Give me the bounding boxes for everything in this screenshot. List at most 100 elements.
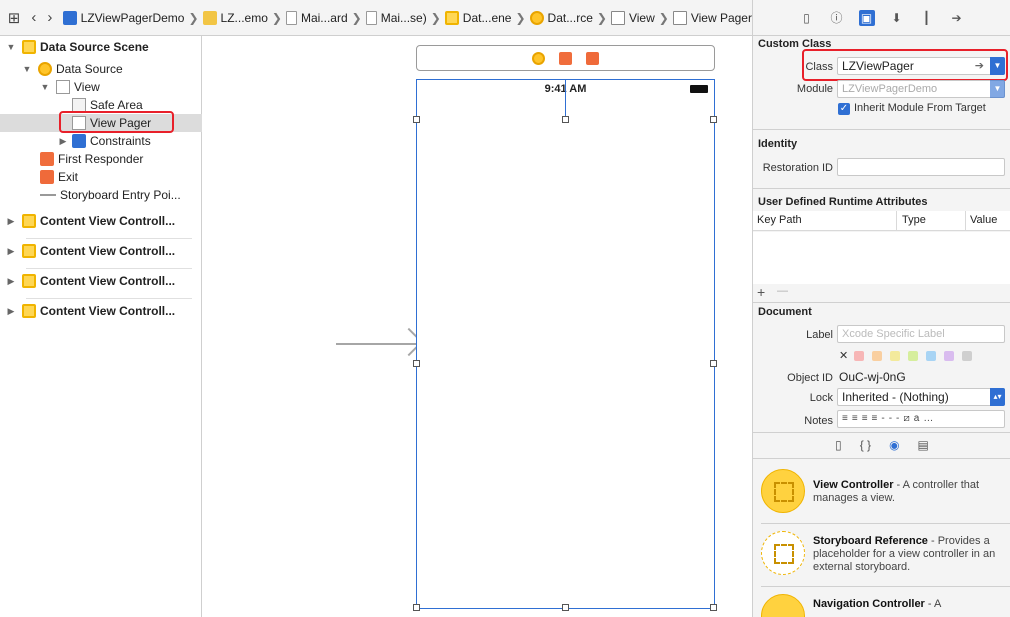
- jump-bar: ⊞ ‹ › LZViewPagerDemo ❯ LZ...emo ❯ Mai...a…: [0, 0, 752, 36]
- outline-first-responder[interactable]: First Responder: [0, 150, 202, 168]
- outline-entry-point[interactable]: Storyboard Entry Poi...: [0, 186, 202, 204]
- disclosure-closed-icon[interactable]: ▶: [6, 246, 16, 257]
- label-color-gray[interactable]: [962, 351, 972, 361]
- disclosure-open-icon[interactable]: ▼: [22, 64, 32, 74]
- breadcrumb-view[interactable]: View ❯: [610, 8, 673, 28]
- outline-data-source[interactable]: ▼ Data Source: [0, 60, 202, 78]
- disclosure-closed-icon[interactable]: ▶: [58, 136, 68, 147]
- back-chevron-icon[interactable]: ‹: [26, 8, 42, 28]
- strikethrough-icon[interactable]: ⧄: [903, 413, 913, 424]
- align-right-icon[interactable]: ≡: [862, 413, 872, 424]
- breadcrumb-storyboard-base[interactable]: Mai...se) ❯: [365, 8, 445, 28]
- quick-help-icon[interactable]: ⓘ: [829, 10, 845, 26]
- label-color-green[interactable]: [908, 351, 918, 361]
- more-options-icon[interactable]: …: [923, 413, 937, 424]
- disclosure-closed-icon[interactable]: ▶: [6, 306, 16, 317]
- label-color-purple[interactable]: [944, 351, 954, 361]
- view-controller-icon[interactable]: [532, 51, 545, 65]
- label-color-blue[interactable]: [926, 351, 936, 361]
- constraints-icon: [72, 134, 86, 148]
- resize-handle[interactable]: [562, 116, 569, 123]
- divider: [26, 268, 192, 269]
- align-center-icon[interactable]: ≡: [852, 413, 862, 424]
- section-divider: [753, 129, 1010, 130]
- breadcrumb-folder[interactable]: LZ...emo ❯: [202, 8, 286, 28]
- align-justify-icon[interactable]: ≡: [872, 413, 882, 424]
- module-field[interactable]: LZViewPagerDemo ▼: [837, 80, 1005, 98]
- add-attribute-button[interactable]: +: [757, 284, 765, 300]
- line-spacing-icon[interactable]: ---: [881, 413, 903, 424]
- resize-handle[interactable]: [710, 360, 717, 367]
- top-constraint-line[interactable]: [565, 80, 566, 119]
- module-dropdown-icon[interactable]: ▼: [990, 80, 1005, 98]
- breadcrumb-separator: ❯: [271, 10, 282, 25]
- exit-icon[interactable]: [586, 51, 599, 65]
- library-item-storyboard-reference[interactable]: Storyboard Reference - Provides a placeh…: [753, 531, 1010, 585]
- outline-content-scene-label: Content View Controll...: [40, 274, 176, 288]
- disclosure-open-icon[interactable]: ▼: [6, 42, 16, 52]
- breadcrumb-view-controller[interactable]: Dat...rce ❯: [529, 8, 611, 28]
- breadcrumb-view-pager[interactable]: View Pager: [672, 8, 752, 28]
- connections-inspector-icon[interactable]: ➔: [949, 10, 965, 26]
- view-pager-canvas-view[interactable]: 9:41 AM: [416, 79, 715, 609]
- object-id-label: Object ID: [787, 372, 833, 384]
- breadcrumb-scene[interactable]: Dat...ene ❯: [444, 8, 530, 28]
- scene-dock[interactable]: [416, 45, 715, 71]
- file-inspector-icon[interactable]: ▯: [799, 10, 815, 26]
- resize-handle[interactable]: [562, 604, 569, 611]
- code-snippet-icon[interactable]: { }: [860, 438, 871, 452]
- breadcrumb-project[interactable]: LZViewPagerDemo ❯: [62, 8, 203, 28]
- object-library-icon[interactable]: ◉: [889, 438, 899, 452]
- label-color-red[interactable]: [854, 351, 864, 361]
- storyboard-canvas[interactable]: 9:41 AM: [202, 36, 752, 617]
- outline-view[interactable]: ▼ View: [0, 78, 202, 96]
- resize-handle[interactable]: [413, 116, 420, 123]
- text-color-icon[interactable]: a: [914, 413, 924, 424]
- label-field[interactable]: Xcode Specific Label: [837, 325, 1005, 343]
- disclosure-closed-icon[interactable]: ▶: [6, 276, 16, 287]
- runtime-attributes-table[interactable]: [753, 232, 1010, 284]
- file-template-icon[interactable]: ▯: [835, 438, 842, 452]
- align-left-icon[interactable]: ≡: [842, 413, 852, 424]
- resize-handle[interactable]: [413, 360, 420, 367]
- restoration-id-field[interactable]: [837, 158, 1005, 176]
- outline-content-scene[interactable]: ▶ Content View Controll...: [0, 212, 202, 230]
- remove-attribute-button[interactable]: —: [777, 285, 788, 297]
- value-column[interactable]: Value: [970, 214, 997, 226]
- outline-constraints[interactable]: ▶ Constraints: [0, 132, 202, 150]
- outline-content-scene[interactable]: ▶ Content View Controll...: [0, 302, 202, 320]
- lock-dropdown-icon[interactable]: ▴▾: [990, 388, 1005, 406]
- library-item-view-controller[interactable]: View Controller - A controller that mana…: [753, 469, 1010, 523]
- outline-scene[interactable]: ▼ Data Source Scene: [0, 38, 202, 56]
- type-column[interactable]: Type: [902, 214, 926, 226]
- resize-handle[interactable]: [413, 604, 420, 611]
- outline-content-scene[interactable]: ▶ Content View Controll...: [0, 272, 202, 290]
- first-responder-icon[interactable]: [559, 51, 572, 65]
- breadcrumb-label: LZViewPagerDemo: [80, 10, 185, 25]
- label-color-yellow[interactable]: [890, 351, 900, 361]
- disclosure-closed-icon[interactable]: ▶: [6, 216, 16, 227]
- size-inspector-icon[interactable]: ┃: [919, 10, 935, 26]
- resize-handle[interactable]: [710, 116, 717, 123]
- outline-first-responder-label: First Responder: [58, 152, 144, 166]
- outline-exit[interactable]: Exit: [0, 168, 202, 186]
- view-controller-icon: [529, 10, 544, 25]
- identity-inspector-icon[interactable]: ▣: [858, 9, 875, 26]
- outline-content-scene-label: Content View Controll...: [40, 304, 176, 318]
- clear-label-color-icon[interactable]: ✕: [839, 349, 848, 362]
- key-path-column[interactable]: Key Path: [757, 214, 802, 226]
- attributes-inspector-icon[interactable]: ⬇: [889, 10, 905, 26]
- inherit-module-checkbox[interactable]: ✓: [838, 103, 850, 115]
- media-library-icon[interactable]: ▤: [918, 438, 929, 452]
- lock-popup[interactable]: Inherited - (Nothing) ▴▾: [837, 388, 1005, 406]
- forward-chevron-icon[interactable]: ›: [42, 8, 58, 28]
- breadcrumb-separator: ❯: [515, 10, 526, 25]
- outline-content-scene[interactable]: ▶ Content View Controll...: [0, 242, 202, 260]
- outline-constraints-label: Constraints: [90, 134, 151, 148]
- label-color-orange[interactable]: [872, 351, 882, 361]
- related-items-grid-icon[interactable]: ⊞: [6, 8, 22, 28]
- library-item-navigation-controller[interactable]: Navigation Controller - A: [753, 594, 1010, 617]
- resize-handle[interactable]: [710, 604, 717, 611]
- breadcrumb-storyboard[interactable]: Mai...ard ❯: [285, 8, 366, 28]
- disclosure-open-icon[interactable]: ▼: [40, 82, 50, 92]
